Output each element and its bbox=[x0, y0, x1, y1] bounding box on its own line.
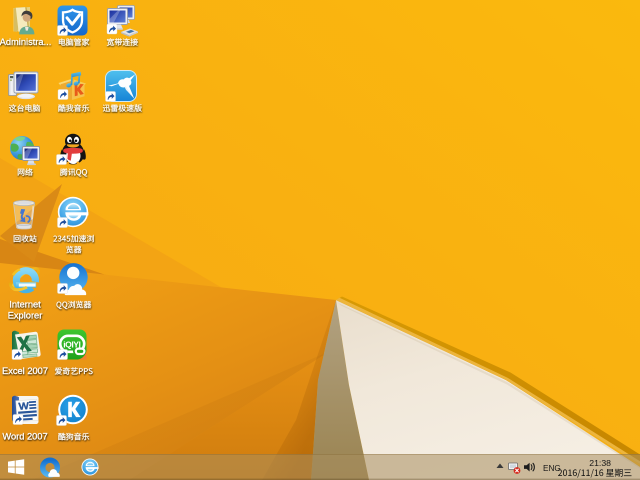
svg-text:Explorer: Explorer bbox=[8, 311, 43, 321]
svg-text:Internet: Internet bbox=[9, 300, 41, 310]
svg-text:21:38: 21:38 bbox=[589, 458, 611, 468]
svg-text:Administra...: Administra... bbox=[0, 37, 51, 47]
svg-text:Excel 2007: Excel 2007 bbox=[2, 366, 48, 376]
svg-text:Word 2007: Word 2007 bbox=[2, 432, 47, 442]
svg-text:ENG: ENG bbox=[543, 464, 561, 473]
svg-text:iQIYI: iQIYI bbox=[63, 339, 80, 349]
